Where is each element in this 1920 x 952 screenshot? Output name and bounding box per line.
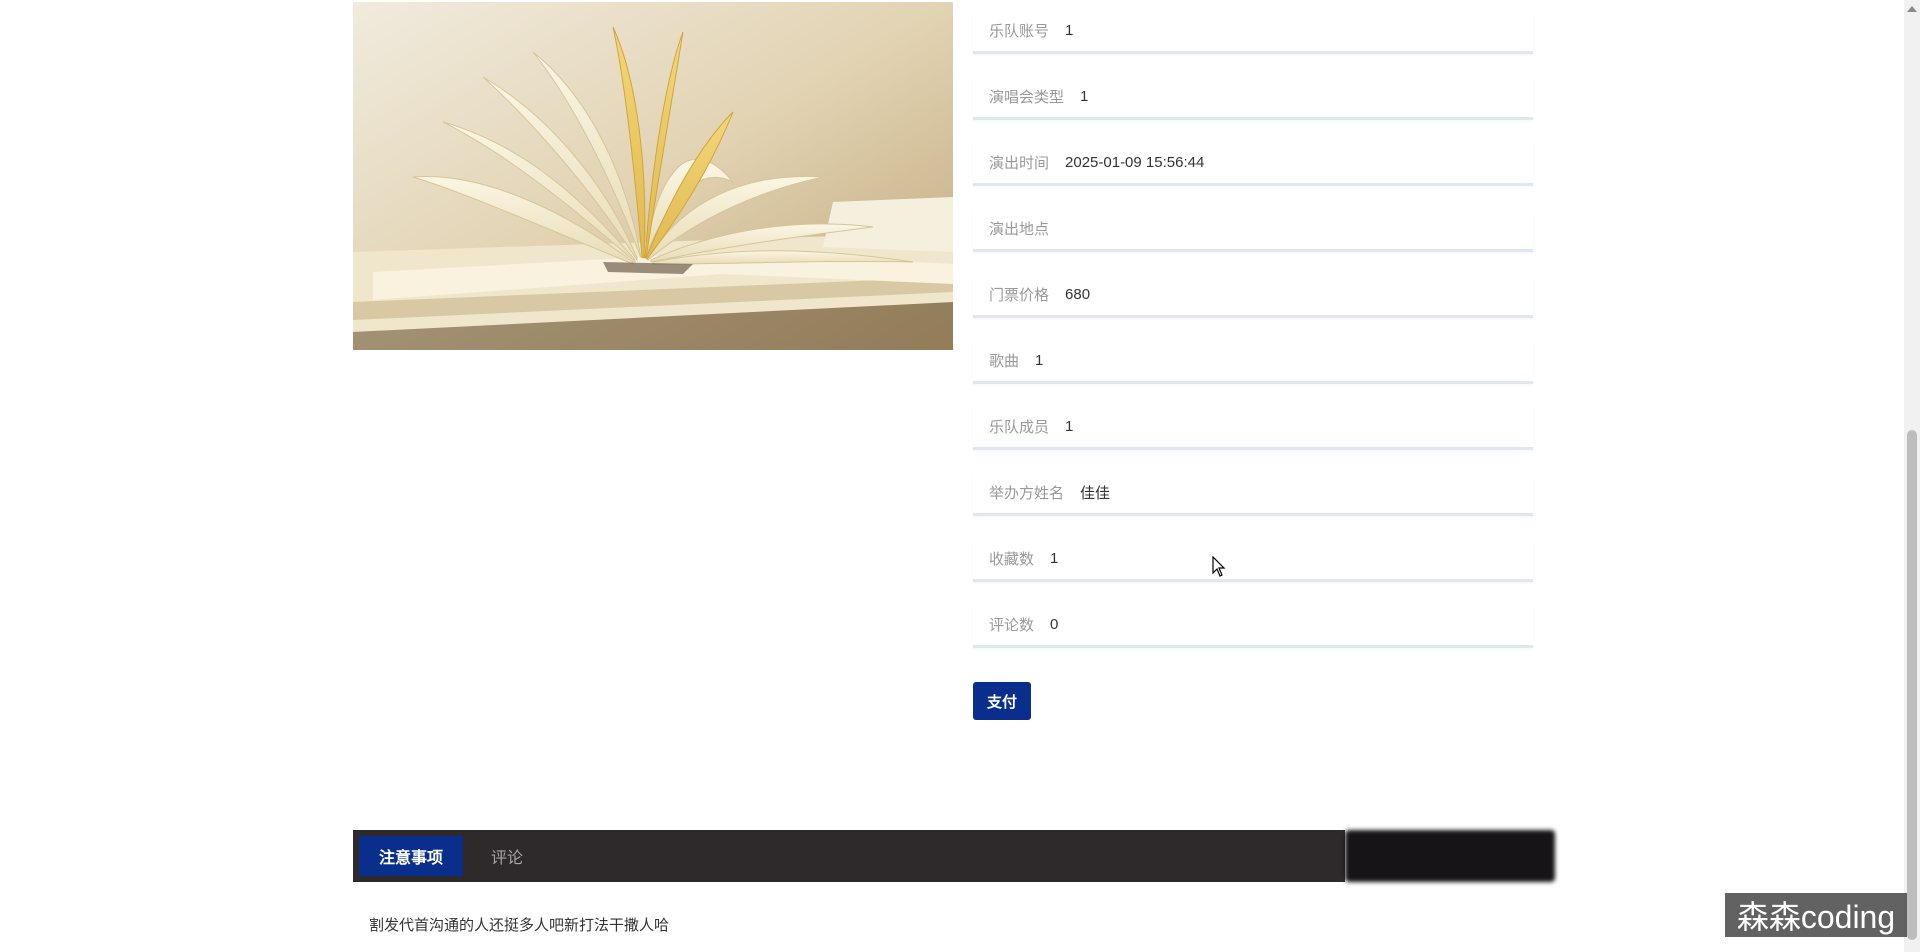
field-value: 2025-01-09 15:56:44 (1065, 154, 1205, 171)
field-songs: 歌曲 1 (973, 340, 1533, 384)
field-show-time: 演出时间 2025-01-09 15:56:44 (973, 142, 1533, 186)
notice-text: 割发代首沟通的人还挺多人吧新打法干撒人哈 (369, 917, 670, 934)
field-label: 演出地点 (989, 221, 1050, 238)
field-value: 1 (1035, 352, 1044, 369)
watermark: 森森coding (1725, 893, 1907, 937)
scrollbar-thumb[interactable] (1907, 430, 1917, 940)
field-value: 佳佳 (1080, 485, 1111, 502)
tab-comments[interactable]: 评论 (471, 836, 543, 876)
field-label: 举办方姓名 (989, 485, 1065, 502)
field-band-members: 乐队成员 1 (973, 406, 1533, 450)
field-value: 1 (1065, 22, 1074, 39)
field-band-account: 乐队账号 1 (973, 10, 1533, 54)
field-value: 0 (1050, 616, 1059, 633)
detail-tabs: 注意事项 评论 (353, 830, 1345, 882)
overlay-shadow (1345, 830, 1555, 882)
field-label: 评论数 (989, 617, 1035, 634)
field-value: 680 (1065, 286, 1091, 303)
field-label: 乐队账号 (989, 23, 1050, 40)
field-label: 演出时间 (989, 155, 1050, 172)
open-books-image (353, 2, 953, 350)
field-label: 乐队成员 (989, 419, 1050, 436)
field-organizer-name: 举办方姓名 佳佳 (973, 472, 1533, 516)
field-label: 收藏数 (989, 551, 1035, 568)
field-venue: 演出地点 (973, 208, 1533, 252)
field-label: 门票价格 (989, 287, 1050, 304)
field-value: 1 (1080, 88, 1089, 105)
field-label: 演唱会类型 (989, 89, 1065, 106)
field-concert-type: 演唱会类型 1 (973, 76, 1533, 120)
field-value: 1 (1050, 550, 1059, 567)
field-label: 歌曲 (989, 353, 1020, 370)
mouse-cursor-icon (1212, 556, 1226, 577)
field-ticket-price: 门票价格 680 (973, 274, 1533, 318)
page: 乐队账号 1 演唱会类型 1 演出时间 2025-01-09 15:56:44 … (0, 0, 1920, 952)
scrollbar[interactable] (1904, 0, 1920, 952)
scroll-up-arrow-icon[interactable] (1907, 6, 1917, 12)
pay-button[interactable]: 支付 (973, 682, 1031, 720)
field-favorites-count: 收藏数 1 (973, 538, 1533, 582)
field-comments-count: 评论数 0 (973, 604, 1533, 648)
tab-notes[interactable]: 注意事项 (359, 836, 464, 876)
field-value: 1 (1065, 418, 1074, 435)
